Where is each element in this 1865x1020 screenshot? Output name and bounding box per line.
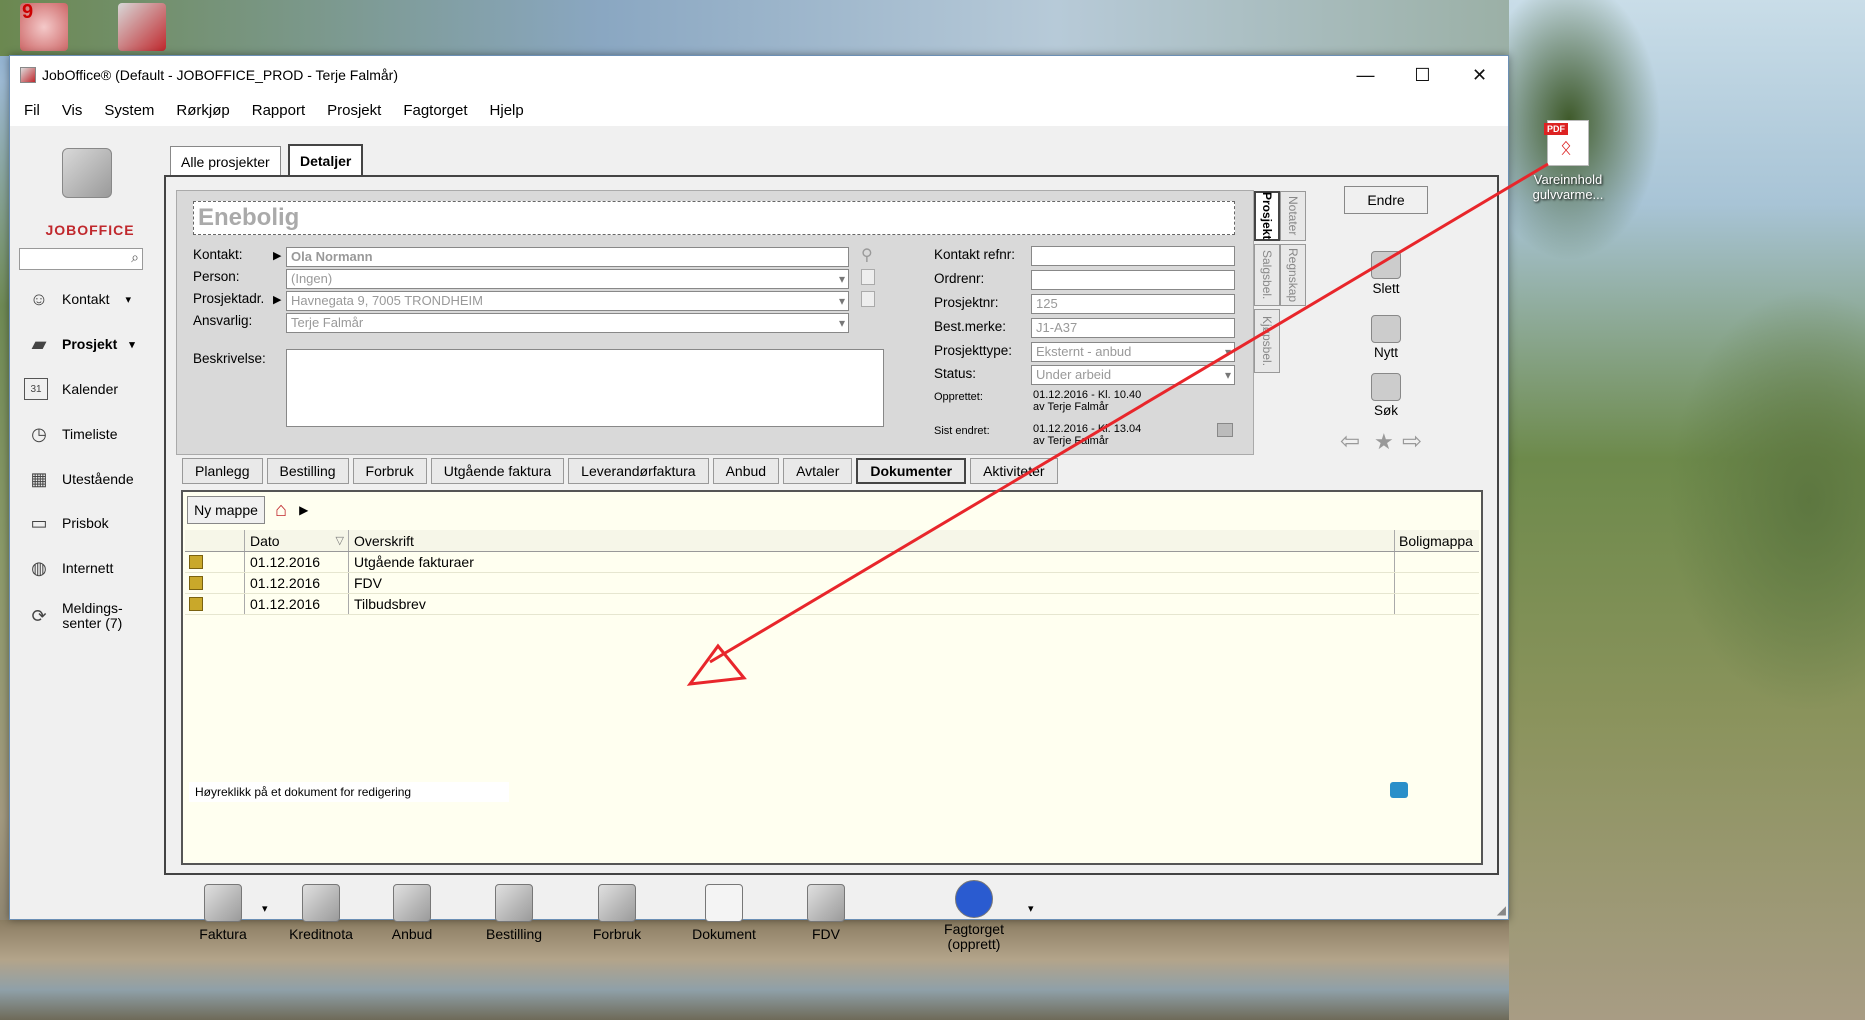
arrow-head	[686, 643, 747, 686]
arrow-shaft	[709, 162, 1549, 664]
annotation-arrow	[686, 162, 1549, 686]
